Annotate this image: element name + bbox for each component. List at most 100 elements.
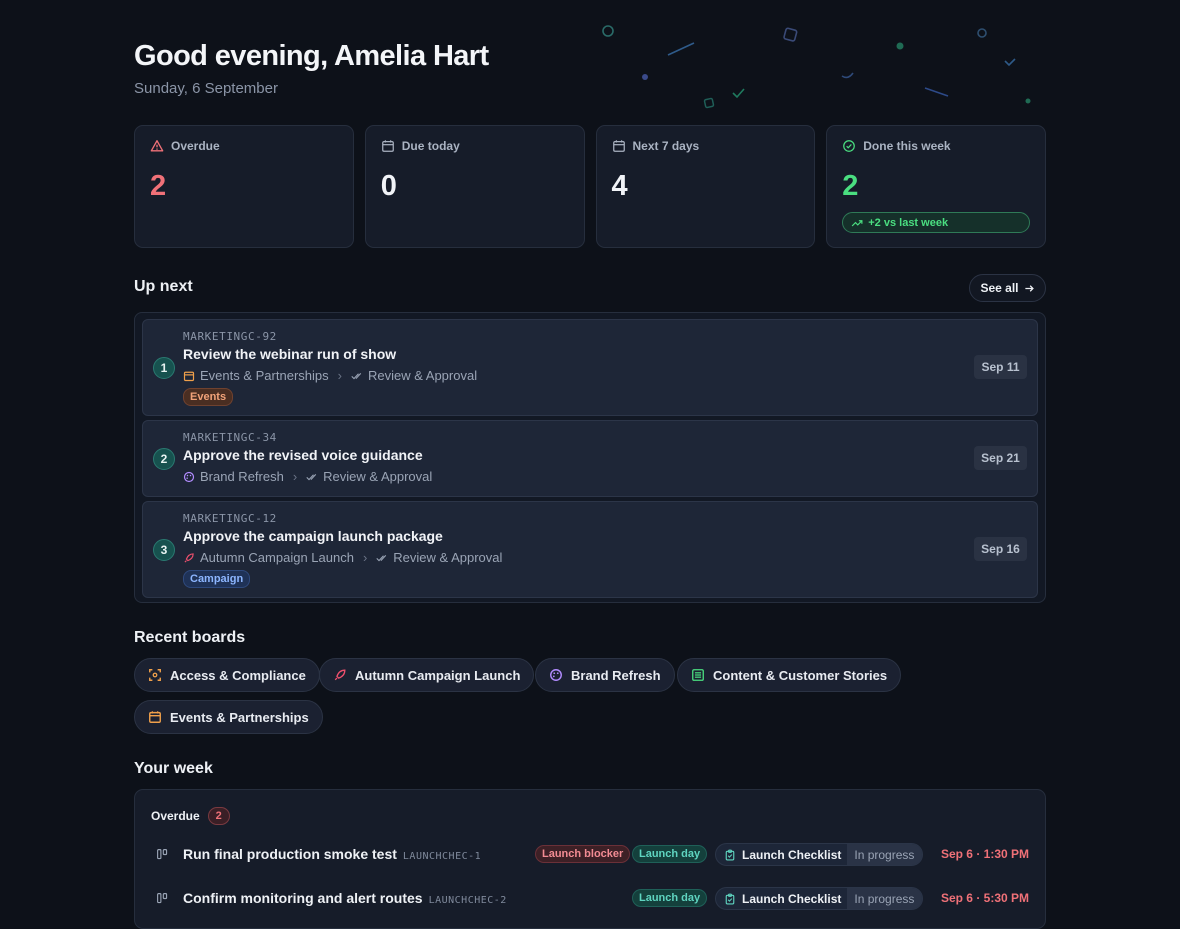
overdue-group-header[interactable]: Overdue 2 (151, 807, 230, 825)
palette-icon (183, 471, 195, 482)
up-next-item[interactable]: 1 MARKETINGC-92 Review the webinar run o… (142, 319, 1038, 416)
task-code: LAUNCHCHEC-2 (428, 895, 507, 906)
palette-icon (550, 669, 562, 681)
current-date: Sunday, 6 September (134, 80, 278, 97)
double-check-icon (351, 372, 362, 379)
board-status-pill[interactable]: Launch Checklist In progress (715, 887, 924, 910)
board-chip-access-compliance[interactable]: Access & Compliance (134, 658, 320, 692)
scan-icon (149, 669, 161, 681)
stat-value: 4 (611, 170, 628, 202)
double-check-icon (306, 473, 317, 480)
item-index: 1 (153, 357, 175, 379)
stat-card-overdue[interactable]: Overdue 2 (134, 125, 354, 248)
up-next-item[interactable]: 2 MARKETINGC-34 Approve the revised voic… (142, 420, 1038, 497)
tag-launch-day: Launch day (632, 889, 708, 907)
stat-value: 2 (842, 170, 859, 202)
stage-name: Review & Approval (393, 550, 503, 565)
board-chip-label: Events & Partnerships (170, 709, 309, 725)
chevron-right-icon: › (362, 550, 368, 565)
warning-icon (150, 140, 164, 152)
week-task-row[interactable]: Run final production smoke test LAUNCHCHE… (135, 841, 1045, 867)
task-title: Confirm monitoring and alert routes (183, 890, 423, 906)
task-path: Autumn Campaign Launch › Review & Approv… (183, 550, 502, 565)
item-index: 2 (153, 448, 175, 470)
arrow-right-icon (1024, 284, 1034, 292)
calendar-icon (149, 711, 161, 723)
tag-events: Events (183, 388, 234, 406)
task-path: Brand Refresh › Review & Approval (183, 469, 432, 484)
your-week-panel: Overdue 2 Run final production smoke tes… (134, 789, 1046, 929)
kanban-icon (157, 893, 168, 904)
trend-label: +2 vs last week (868, 216, 949, 229)
stat-card-done-this-week[interactable]: Done this week 2 +2 vs last week (826, 125, 1046, 248)
stat-value: 2 (150, 170, 167, 202)
up-next-list: 1 MARKETINGC-92 Review the webinar run o… (134, 312, 1046, 603)
group-label: Overdue (151, 809, 200, 823)
stat-card-due-today[interactable]: Due today 0 (364, 125, 585, 248)
task-code: MARKETINGC-92 (183, 330, 277, 343)
task-title: Review the webinar run of show (183, 346, 397, 362)
board-name[interactable]: Autumn Campaign Launch (200, 550, 354, 565)
item-index: 3 (153, 539, 175, 561)
due-date-badge: Sep 11 (974, 355, 1027, 379)
chevron-right-icon: › (292, 469, 298, 484)
task-code: MARKETINGC-34 (183, 431, 277, 444)
board-chip-autumn-campaign-launch[interactable]: Autumn Campaign Launch (319, 658, 535, 692)
trend-badge: +2 vs last week (842, 212, 1031, 233)
stat-label: Overdue (171, 139, 220, 153)
check-circle-icon (843, 140, 856, 152)
board-chip-events-partnerships[interactable]: Events & Partnerships (134, 700, 323, 734)
task-code: MARKETINGC-12 (183, 512, 277, 525)
group-count-badge: 2 (207, 807, 230, 825)
board-name[interactable]: Events & Partnerships (200, 368, 329, 383)
due-date-badge: Sep 16 (974, 537, 1027, 561)
greeting-title: Good evening, Amelia Hart (134, 40, 489, 72)
clipboard-check-icon (725, 893, 735, 904)
board-chip-label: Brand Refresh (571, 667, 661, 683)
week-task-row[interactable]: Confirm monitoring and alert routes LAUNC… (135, 885, 1045, 911)
status-label: In progress (847, 888, 923, 909)
due-time: Sep 6 · 5:30 PM (940, 891, 1029, 905)
due-date-badge: Sep 21 (974, 446, 1027, 470)
stage-name: Review & Approval (323, 469, 433, 484)
stat-label: Due today (401, 139, 460, 153)
task-code: LAUNCHCHEC-1 (402, 851, 482, 862)
calendar-icon (183, 371, 195, 381)
recent-boards-title: Recent boards (134, 629, 246, 646)
calendar-icon (381, 140, 394, 152)
trending-up-icon (851, 219, 863, 226)
board-chip-brand-refresh[interactable]: Brand Refresh (535, 658, 675, 692)
stat-value: 0 (380, 170, 397, 202)
see-all-label: See all (980, 281, 1019, 295)
confetti-decoration (602, 25, 1031, 109)
your-week-title: Your week (134, 760, 213, 777)
board-chip-label: Content & Customer Stories (713, 667, 888, 683)
stat-label: Next 7 days (632, 139, 700, 153)
stage-name: Review & Approval (367, 368, 478, 383)
board-name[interactable]: Brand Refresh (200, 469, 284, 484)
task-title: Approve the campaign launch package (183, 528, 443, 544)
chevron-right-icon: › (337, 368, 342, 383)
board-chip-label: Access & Compliance (170, 667, 306, 683)
stat-card-next-7-days[interactable]: Next 7 days 4 (595, 125, 816, 248)
board-chip-content-customer-stories[interactable]: Content & Customer Stories (677, 658, 902, 692)
up-next-title: Up next (134, 278, 193, 295)
stats-row: Overdue 2 Due today 0 Next 7 days 4 Done… (134, 125, 1046, 248)
board-status-pill[interactable]: Launch Checklist In progress (715, 843, 924, 866)
tag-launch-day: Launch day (632, 845, 708, 863)
board-name: Launch Checklist (742, 891, 842, 906)
see-all-button[interactable]: See all (969, 274, 1046, 302)
up-next-item[interactable]: 3 MARKETINGC-12 Approve the campaign lau… (142, 501, 1038, 598)
calendar-icon (612, 140, 625, 152)
board-name: Launch Checklist (742, 847, 842, 862)
tag-campaign: Campaign (183, 570, 251, 588)
task-title: Approve the revised voice guidance (183, 447, 423, 463)
due-time: Sep 6 · 1:30 PM (940, 847, 1029, 861)
list-icon (692, 669, 704, 681)
status-label: In progress (847, 844, 923, 865)
tag-launch-blocker: Launch blocker (535, 845, 631, 863)
stat-label: Done this week (863, 139, 951, 153)
rocket-icon (334, 669, 346, 681)
kanban-icon (157, 849, 168, 860)
task-title: Run final production smoke test (183, 846, 397, 862)
